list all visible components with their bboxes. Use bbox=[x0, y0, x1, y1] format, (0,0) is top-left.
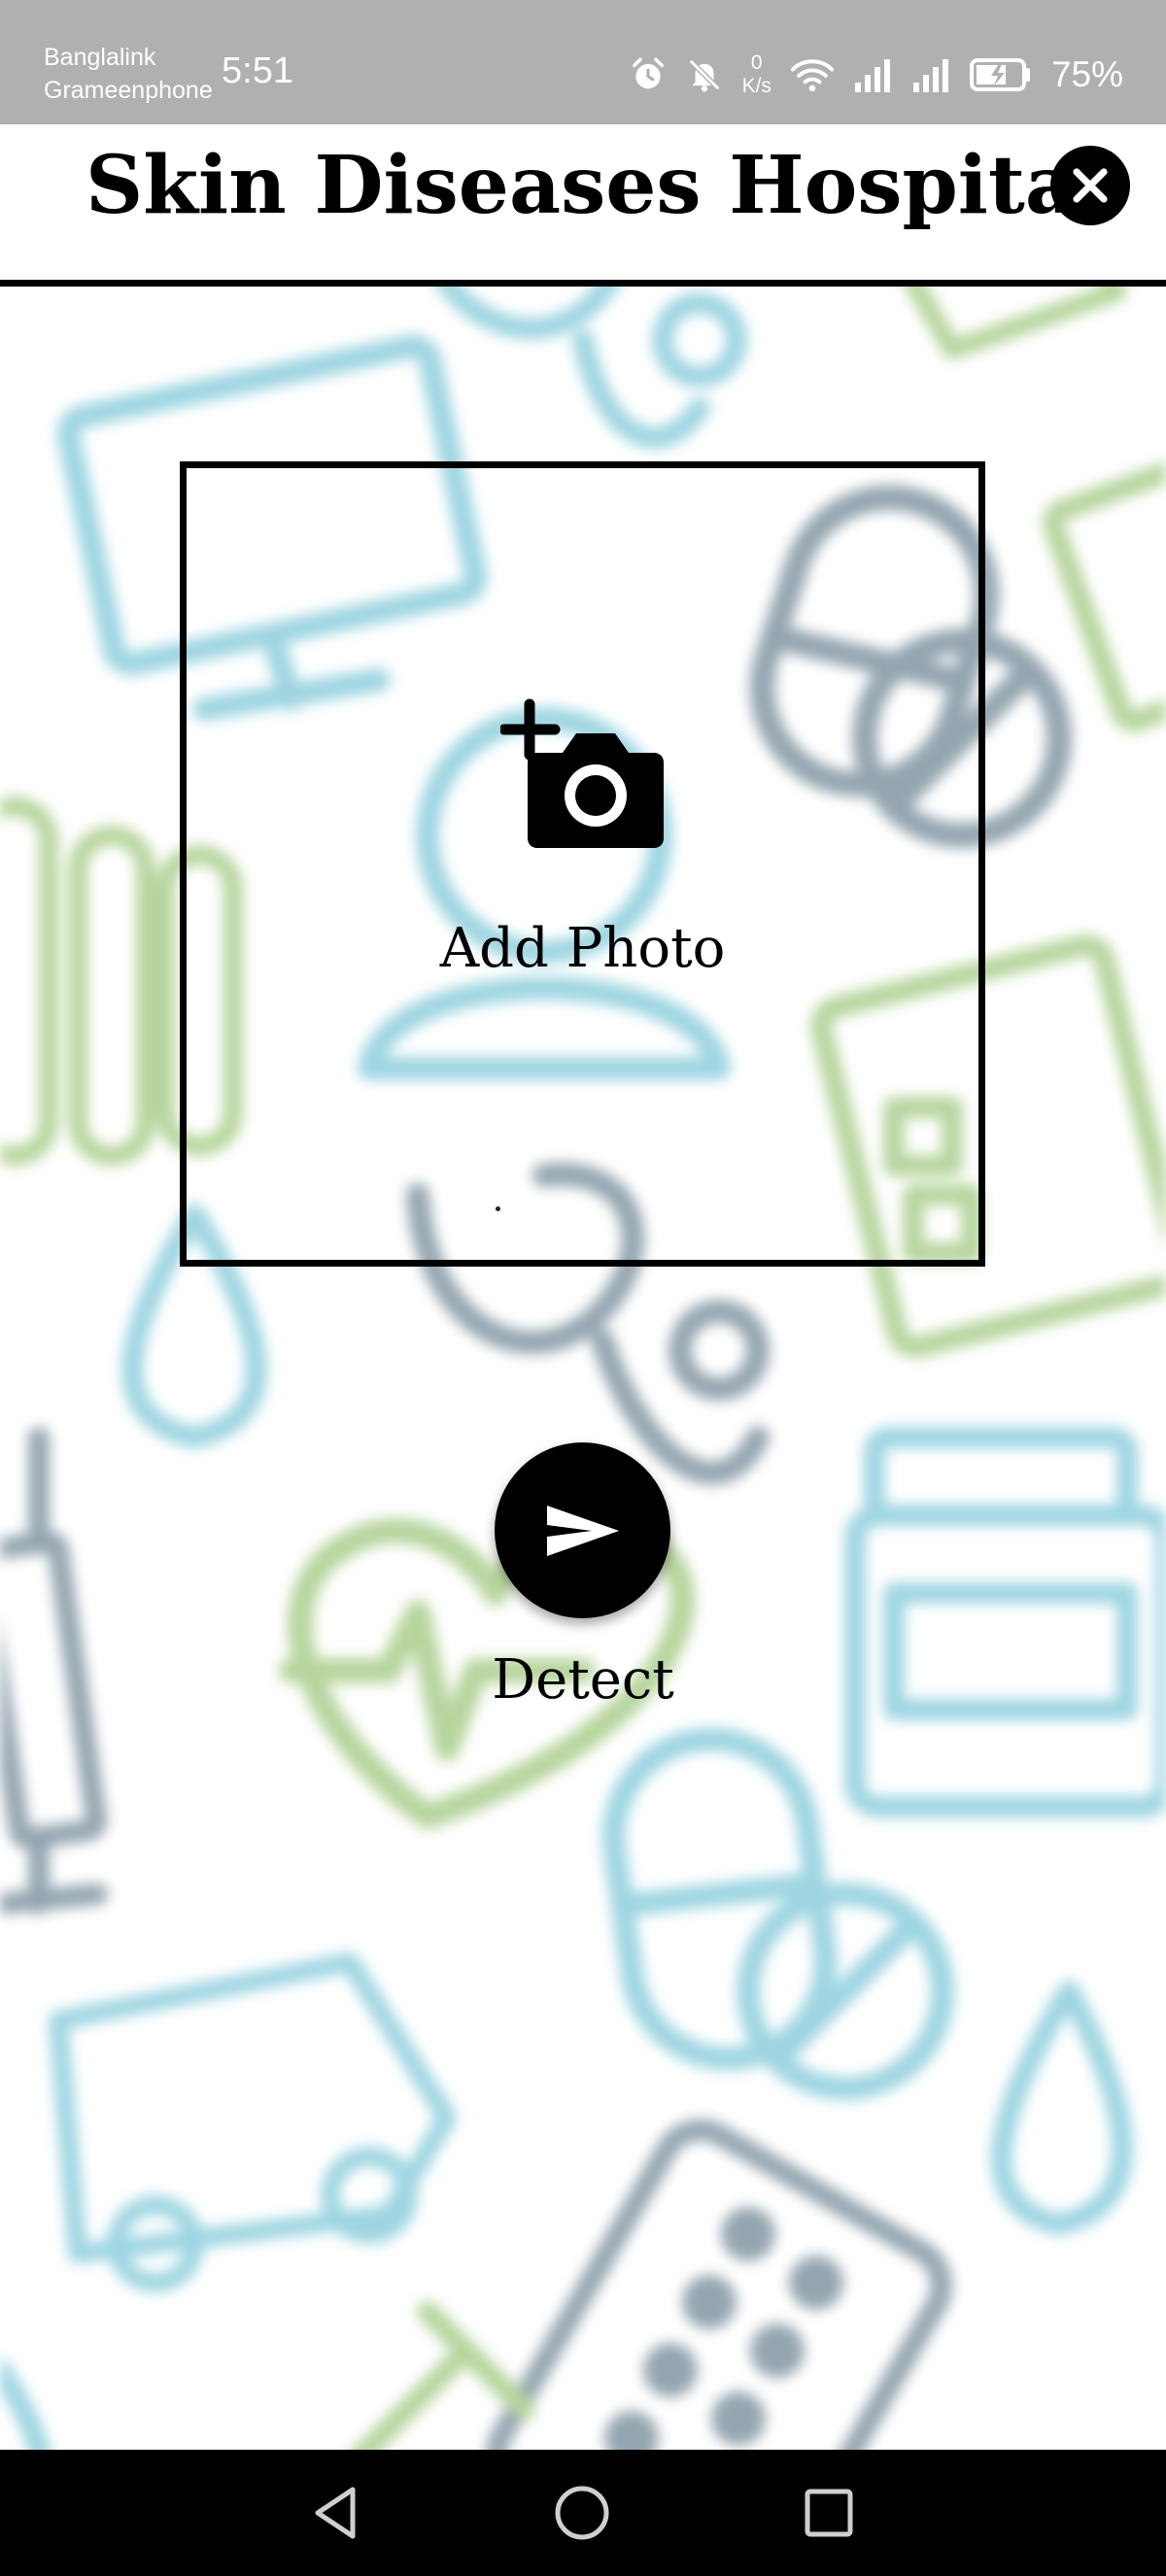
network-speed-unit: K/s bbox=[741, 75, 772, 97]
drop-icon bbox=[990, 1981, 1133, 2235]
send-icon bbox=[546, 1505, 619, 1556]
app-header: Skin Diseases Hospital bbox=[0, 124, 1166, 287]
battery-charging-icon bbox=[969, 58, 1030, 91]
clipboard-icon bbox=[1042, 455, 1166, 732]
app-title: Skin Diseases Hospital bbox=[86, 139, 1108, 232]
pill-bottle-icon bbox=[844, 1427, 1166, 1817]
syringe-icon bbox=[0, 1427, 108, 1915]
wifi-icon bbox=[790, 59, 834, 92]
ambulance-icon bbox=[49, 1952, 457, 2292]
medical-pattern-background bbox=[0, 135, 1166, 2576]
back-triangle-icon[interactable] bbox=[304, 2482, 366, 2544]
image-dot bbox=[496, 1206, 500, 1211]
close-icon bbox=[1073, 168, 1108, 203]
home-circle-icon[interactable] bbox=[549, 2482, 615, 2544]
recents-square-icon[interactable] bbox=[797, 2482, 859, 2544]
alarm-icon bbox=[632, 57, 664, 89]
add-photo-camera-icon bbox=[500, 698, 664, 848]
navigation-bar bbox=[0, 2450, 1166, 2576]
status-icons: 0 K/s 75% bbox=[630, 51, 1123, 99]
detect-button[interactable] bbox=[495, 1442, 670, 1618]
capsule-icon bbox=[601, 1727, 954, 2100]
signal-icon bbox=[912, 59, 948, 92]
pill-blister-dots bbox=[604, 2207, 843, 2465]
add-photo-box[interactable]: Add Photo bbox=[180, 461, 985, 1267]
mute-icon bbox=[688, 58, 720, 92]
add-photo-label: Add Photo bbox=[439, 917, 726, 980]
battery-percent: 75% bbox=[1050, 54, 1123, 94]
carrier-name: Grameenphone bbox=[44, 77, 213, 104]
status-bar: Banglalink Grameenphone 5:51 0 K/s 75% bbox=[0, 0, 1166, 124]
close-button[interactable] bbox=[1050, 146, 1130, 225]
carrier-name: Banglalink bbox=[44, 44, 156, 71]
network-speed-value: 0 bbox=[750, 51, 763, 74]
detect-label: Detect bbox=[492, 1648, 674, 1712]
status-clock: 5:51 bbox=[222, 51, 293, 91]
signal-icon bbox=[854, 59, 890, 92]
network-speed: 0 K/s bbox=[742, 51, 772, 98]
